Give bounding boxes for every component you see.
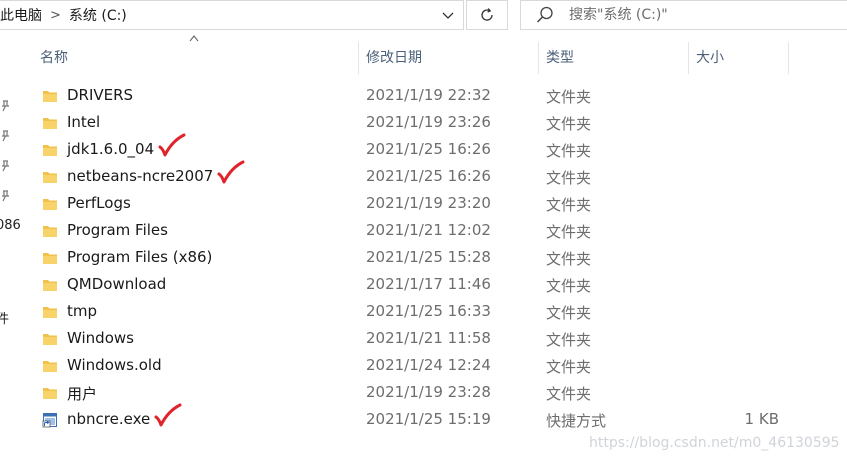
- file-modified-date: 2021/1/17 11:46: [366, 275, 491, 293]
- folder-icon: [42, 88, 58, 104]
- file-modified-date: 2021/1/25 15:19: [366, 410, 491, 428]
- file-name[interactable]: DRIVERS: [67, 86, 133, 104]
- file-row[interactable]: Windows 2021/1/21 11:58 文件夹: [18, 325, 847, 352]
- red-check-mark-annotation: [217, 160, 245, 186]
- file-row[interactable]: Windows.old 2021/1/24 12:24 文件夹: [18, 352, 847, 379]
- file-type: 文件夹: [546, 169, 592, 187]
- file-row[interactable]: netbeans-ncre2007 2021/1/25 16:26 文件夹: [18, 160, 847, 190]
- file-row[interactable]: 用户 2021/1/19 23:28 文件夹: [18, 379, 847, 406]
- folder-icon: [42, 385, 58, 401]
- address-history-button[interactable]: [433, 1, 463, 30]
- pin-icon[interactable]: [0, 100, 10, 112]
- folder-icon: [42, 169, 58, 185]
- file-type: 文件夹: [546, 196, 592, 214]
- file-type: 文件夹: [546, 115, 592, 133]
- pin-icon[interactable]: [0, 130, 10, 142]
- file-row[interactable]: Program Files (x86) 2021/1/25 15:28 文件夹: [18, 244, 847, 271]
- file-modified-date: 2021/1/24 12:24: [366, 356, 491, 374]
- file-type: 文件夹: [546, 331, 592, 349]
- file-name[interactable]: QMDownload: [67, 275, 166, 293]
- folder-icon: [42, 250, 58, 266]
- file-row[interactable]: jdk1.6.0_04 2021/1/25 16:26 文件夹: [18, 133, 847, 163]
- column-header-name[interactable]: 名称: [32, 40, 358, 74]
- file-modified-date: 2021/1/21 12:02: [366, 221, 491, 239]
- red-check-mark-annotation: [158, 133, 186, 159]
- file-name[interactable]: tmp: [67, 302, 97, 320]
- file-name[interactable]: Windows.old: [67, 356, 162, 374]
- file-row[interactable]: QMDownload 2021/1/17 11:46 文件夹: [18, 271, 847, 298]
- pin-icon[interactable]: [0, 160, 10, 172]
- column-header-size[interactable]: 大小: [688, 40, 788, 74]
- file-modified-date: 2021/1/19 22:32: [366, 86, 491, 104]
- file-type: 文件夹: [546, 358, 592, 376]
- folder-icon: [42, 331, 58, 347]
- file-type: 文件夹: [546, 385, 592, 403]
- file-name[interactable]: jdk1.6.0_04: [67, 140, 154, 158]
- file-row[interactable]: Program Files 2021/1/21 12:02 文件夹: [18, 217, 847, 244]
- breadcrumb-separator[interactable]: >: [50, 8, 61, 23]
- folder-icon: [42, 304, 58, 320]
- search-box[interactable]: [520, 0, 847, 30]
- toolbar: 此电脑 > 系统 (C:): [0, 0, 847, 34]
- file-modified-date: 2021/1/25 15:28: [366, 248, 491, 266]
- file-modified-date: 2021/1/25 16:26: [366, 167, 491, 185]
- breadcrumb-current-drive[interactable]: 系统 (C:): [69, 5, 127, 25]
- folder-icon: [42, 142, 58, 158]
- file-type: 文件夹: [546, 142, 592, 160]
- address-bar[interactable]: 此电脑 > 系统 (C:): [0, 0, 464, 30]
- column-header-row: 名称 修改日期 类型 大小: [18, 34, 847, 74]
- file-name[interactable]: Intel: [67, 113, 100, 131]
- file-name[interactable]: Windows: [67, 329, 134, 347]
- folder-icon: [42, 115, 58, 131]
- column-header-type[interactable]: 类型: [538, 40, 688, 74]
- watermark-text: https://blog.csdn.net/m0_46130595: [589, 435, 840, 451]
- folder-icon: [42, 223, 58, 239]
- file-type: 文件夹: [546, 250, 592, 268]
- folder-icon: [42, 358, 58, 374]
- file-size: 1 KB: [744, 410, 779, 428]
- file-modified-date: 2021/1/25 16:33: [366, 302, 491, 320]
- file-type: 快捷方式: [546, 412, 607, 430]
- column-header-modified[interactable]: 修改日期: [358, 40, 538, 74]
- refresh-button[interactable]: [466, 0, 508, 30]
- refresh-icon: [481, 8, 493, 21]
- file-row[interactable]: tmp 2021/1/25 16:33 文件夹: [18, 298, 847, 325]
- file-name[interactable]: 用户: [67, 383, 97, 404]
- file-row[interactable]: Intel 2021/1/19 23:26 文件夹: [18, 109, 847, 136]
- file-row[interactable]: nbncre.exe 2021/1/25 15:19 快捷方式 1 KB: [18, 403, 847, 433]
- file-name[interactable]: PerfLogs: [67, 194, 131, 212]
- file-type: 文件夹: [546, 88, 592, 106]
- file-modified-date: 2021/1/19 23:20: [366, 194, 491, 212]
- file-modified-date: 2021/1/21 11:58: [366, 329, 491, 347]
- folder-icon: [42, 196, 58, 212]
- file-list: DRIVERS 2021/1/19 22:32 文件夹 Intel 2021/1/19 …: [18, 82, 847, 433]
- pin-icon[interactable]: [0, 190, 10, 202]
- file-modified-date: 2021/1/19 23:28: [366, 383, 491, 401]
- red-check-mark-annotation: [154, 403, 182, 429]
- nav-item-label[interactable]: 件: [0, 308, 9, 327]
- file-name[interactable]: netbeans-ncre2007: [67, 167, 213, 185]
- file-modified-date: 2021/1/19 23:26: [366, 113, 491, 131]
- file-name[interactable]: Program Files (x86): [67, 248, 212, 266]
- chevron-down-icon: [442, 12, 454, 19]
- shortcut-icon: [42, 412, 58, 428]
- file-type: 文件夹: [546, 304, 592, 322]
- folder-icon: [42, 277, 58, 293]
- file-name[interactable]: Program Files: [67, 221, 168, 239]
- file-row[interactable]: PerfLogs 2021/1/19 23:20 文件夹: [18, 190, 847, 217]
- file-row[interactable]: DRIVERS 2021/1/19 22:32 文件夹: [18, 82, 847, 109]
- column-divider[interactable]: [788, 42, 789, 74]
- search-input[interactable]: [567, 6, 831, 24]
- file-modified-date: 2021/1/25 16:26: [366, 140, 491, 158]
- search-icon: [536, 6, 553, 23]
- file-type: 文件夹: [546, 223, 592, 241]
- breadcrumb-this-pc[interactable]: 此电脑: [0, 5, 42, 25]
- navigation-pane: 086 件: [0, 34, 21, 462]
- file-type: 文件夹: [546, 277, 592, 295]
- file-name[interactable]: nbncre.exe: [67, 410, 150, 428]
